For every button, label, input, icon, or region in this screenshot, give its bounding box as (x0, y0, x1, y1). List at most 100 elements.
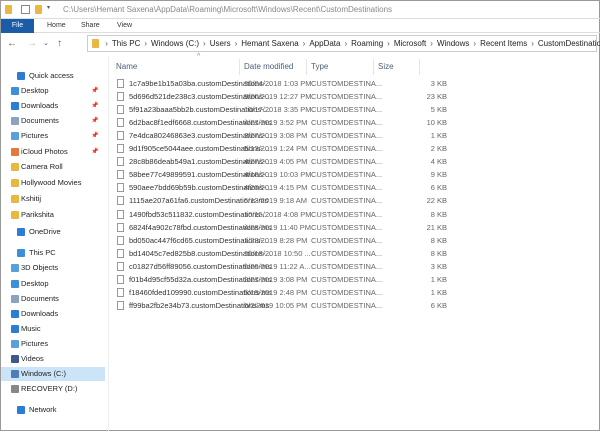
breadcrumb-item[interactable]: Users (210, 39, 231, 48)
breadcrumb-chevron-icon[interactable]: › (303, 39, 306, 48)
breadcrumb-item[interactable]: Windows (437, 39, 469, 48)
sidebar-item-downloads[interactable]: Downloads (1, 307, 105, 321)
breadcrumb-item[interactable]: AppData (309, 39, 340, 48)
file-row[interactable]: bd14045c7ed825b8.customDestinations-... … (113, 247, 453, 260)
file-row[interactable]: 590aee7bdd69b59b.customDestinations-... … (113, 181, 453, 194)
sidebar-item-desktop[interactable]: Desktop (1, 277, 105, 291)
breadcrumb-chevron-icon[interactable]: › (235, 39, 238, 48)
pane-divider[interactable] (108, 56, 109, 432)
breadcrumb-item[interactable]: Recent Items (480, 39, 527, 48)
up-arrow-icon[interactable]: ↑ (57, 35, 62, 52)
sidebar-item-kshitij[interactable]: Kshitij (1, 192, 105, 206)
breadcrumb-chevron-icon[interactable]: › (473, 39, 476, 48)
forward-arrow-icon[interactable]: → (27, 35, 37, 52)
file-row[interactable]: 5d696d521de238c3.customDestinations-... … (113, 90, 453, 103)
sidebar-item-onedrive[interactable]: OneDrive (1, 225, 105, 239)
file-row[interactable]: 28c8b86deab549a1.customDestinations-... … (113, 155, 453, 168)
file-icon (117, 105, 124, 115)
breadcrumb-item[interactable]: This PC (112, 39, 140, 48)
sidebar-item-this-pc[interactable]: This PC (1, 246, 105, 260)
column-separator[interactable] (419, 59, 420, 75)
sidebar-item-parikshita[interactable]: Parikshita (1, 208, 105, 222)
breadcrumb-item[interactable]: Windows (C:) (151, 39, 199, 48)
sidebar-item-label: Hollywood Movies (21, 178, 82, 187)
breadcrumb-item[interactable]: CustomDestinations (538, 39, 600, 48)
sidebar-item-quick-access[interactable]: Quick access (1, 69, 105, 83)
column-header-type[interactable]: Type (311, 60, 328, 74)
breadcrumb-chevron-icon[interactable]: › (387, 39, 390, 48)
tab-home[interactable]: Home (47, 19, 66, 33)
properties-icon[interactable] (21, 5, 30, 14)
breadcrumb-chevron-icon[interactable]: › (344, 39, 347, 48)
breadcrumb-chevron-icon[interactable]: › (144, 39, 147, 48)
pin-icon: 📌 (91, 149, 99, 155)
sidebar-item-pictures[interactable]: Pictures (1, 337, 105, 351)
sidebar-item-desktop[interactable]: Desktop 📌 (1, 84, 105, 98)
file-size: 21 KB (426, 222, 447, 232)
sidebar-item-documents[interactable]: Documents 📌 (1, 114, 105, 128)
file-row[interactable]: f01b4d95cf55d32a.customDestinations-ms 2… (113, 273, 453, 286)
customize-toolbar-chevron-icon[interactable]: ▾ (47, 4, 50, 11)
file-date-modified: 4/27/2019 3:52 PM (244, 118, 308, 128)
sidebar-item-label: Network (29, 405, 57, 414)
folder-icon (5, 5, 12, 14)
file-row[interactable]: 9d1f905ce5044aee.customDestinations-... … (113, 142, 453, 155)
sidebar-item-label: Kshitij (21, 194, 42, 203)
address-bar[interactable]: › This PC › Windows (C:) › Users › Hemant Saxen… (87, 35, 600, 52)
file-type: CUSTOMDESTINA... (311, 118, 383, 128)
file-row[interactable]: bd050ac447f6cd65.customDestinations-... … (113, 234, 453, 247)
breadcrumb-chevron-icon[interactable]: › (105, 39, 108, 48)
file-size: 8 KB (430, 248, 447, 258)
breadcrumb-item[interactable]: Hemant Saxena (241, 39, 298, 48)
breadcrumb-chevron-icon[interactable]: › (203, 39, 206, 48)
file-row[interactable]: 1115ae207a61fa6.customDestinations-ms 5/… (113, 194, 453, 207)
sidebar-item-3d-objects[interactable]: 3D Objects (1, 261, 105, 275)
column-separator[interactable] (239, 59, 240, 75)
file-row[interactable]: 6824f4a902c78fbd.customDestinations-ms 4… (113, 221, 453, 234)
file-row[interactable]: 1c7a9be1b15a03ba.customDestinations-... … (113, 77, 453, 90)
column-header-size[interactable]: Size (378, 60, 394, 74)
column-separator[interactable] (306, 59, 307, 75)
breadcrumb-chevron-icon[interactable]: › (430, 39, 433, 48)
sidebar-item-icloud-photos[interactable]: iCloud Photos 📌 (1, 145, 105, 159)
drive-icon (11, 370, 19, 378)
tab-view[interactable]: View (117, 19, 132, 33)
file-size: 3 KB (430, 79, 447, 88)
breadcrumb-chevron-icon[interactable]: › (531, 39, 534, 48)
folder-icon (11, 195, 19, 203)
sidebar-item-videos[interactable]: Videos (1, 352, 105, 366)
breadcrumb-item[interactable]: Microsoft (394, 39, 426, 48)
sidebar-item-hollywood-movies[interactable]: Hollywood Movies (1, 176, 105, 190)
download-icon (11, 310, 19, 318)
file-type: CUSTOMDESTINA... (311, 79, 383, 88)
column-header-date-modified[interactable]: Date modified (244, 60, 293, 74)
sidebar-item-recovery-d[interactable]: RECOVERY (D:) (1, 382, 105, 396)
new-folder-icon[interactable] (35, 5, 42, 14)
sidebar-item-label: iCloud Photos (21, 147, 68, 156)
file-icon (117, 274, 124, 284)
file-row[interactable]: c01827d56ff89056.customDestinations-ms 5… (113, 260, 453, 273)
file-row[interactable]: 7e4dca80246863e3.customDestinations-... … (113, 129, 453, 142)
file-row[interactable]: f18460fded109990.customDestinations-ms 5… (113, 286, 453, 299)
column-separator[interactable] (373, 59, 374, 75)
sidebar-item-pictures[interactable]: Pictures 📌 (1, 129, 105, 143)
sidebar-item-documents[interactable]: Documents (1, 292, 105, 306)
file-row[interactable]: 58bee77c49899591.customDestinations-... … (113, 168, 453, 181)
breadcrumb-item[interactable]: Roaming (351, 39, 383, 48)
tab-share[interactable]: Share (81, 19, 100, 33)
file-row[interactable]: 1490fbd53c511832.customDestinations-... … (113, 208, 453, 221)
file-row[interactable]: 5f91a23baaa5bb2b.customDestinations-... … (113, 103, 453, 116)
sidebar-item-music[interactable]: Music (1, 322, 105, 336)
sidebar-item-network[interactable]: Network (1, 403, 105, 417)
tab-file[interactable]: File (1, 19, 34, 33)
sort-ascending-icon: ^ (197, 53, 201, 60)
file-row[interactable]: ff99ba2fb2e34b73.customDestinations-ms 5… (113, 299, 453, 312)
file-icon (117, 261, 124, 271)
file-row[interactable]: 6d2bac8f1edf6668.customDestinations-ms 4… (113, 116, 453, 129)
sidebar-item-windows-c[interactable]: Windows (C:) (1, 367, 105, 381)
sidebar-item-downloads[interactable]: Downloads 📌 (1, 99, 105, 113)
recent-locations-chevron-icon[interactable]: ⌄ (43, 35, 49, 52)
column-header-name[interactable]: Name (116, 60, 137, 74)
back-arrow-icon[interactable]: ← (7, 35, 17, 52)
sidebar-item-camera-roll[interactable]: Camera Roll (1, 160, 105, 174)
